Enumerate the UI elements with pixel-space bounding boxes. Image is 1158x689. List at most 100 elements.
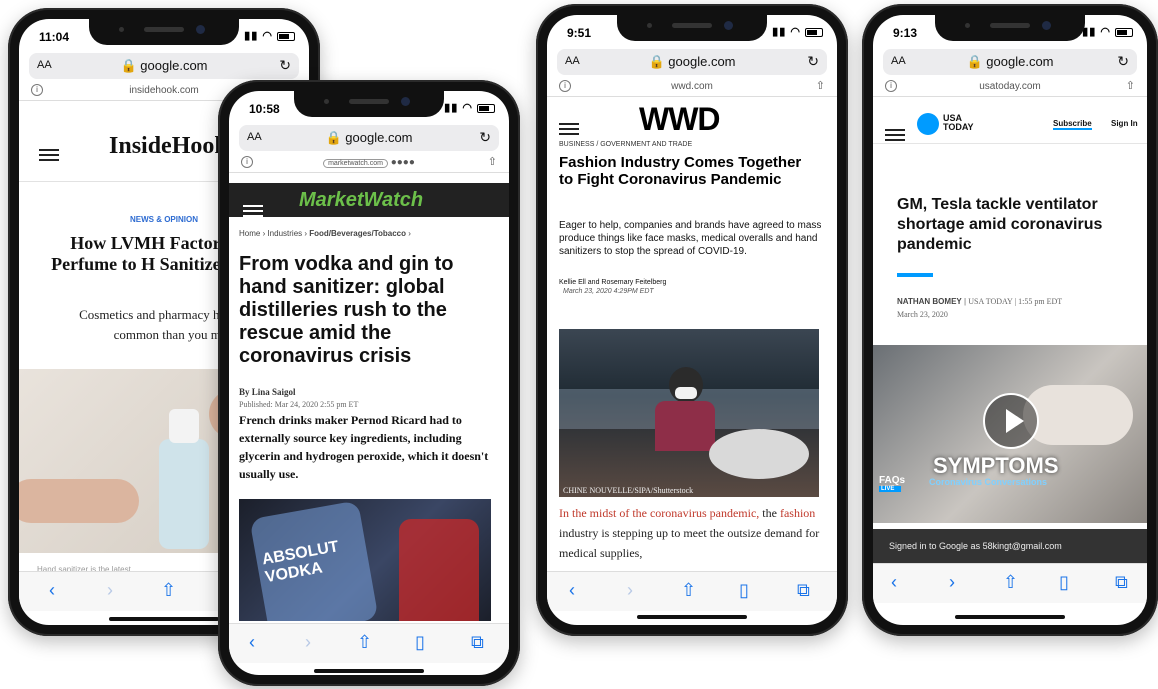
back-icon[interactable]: ‹: [891, 572, 897, 593]
dek: Eager to help, companies and brands have…: [559, 220, 822, 257]
reload-icon[interactable]: ↻: [1117, 53, 1129, 70]
site-header: MarketWatch: [229, 183, 509, 217]
amp-bar: i wwd.com ⇧: [547, 77, 837, 97]
phone-usatoday: 9:13 ▮▮ ◠ AA 🔒 google.com ↻ i usatoday.c…: [862, 4, 1158, 636]
breadcrumb-category[interactable]: Food/Beverages/Tobacco: [309, 229, 406, 238]
reload-icon[interactable]: ↻: [279, 57, 291, 74]
faq-label: FAQs: [879, 475, 906, 486]
video-player[interactable]: SYMPTOMS FAQs LIVE Coronavirus Conversat…: [873, 345, 1147, 523]
tabs-icon[interactable]: ⧉: [471, 632, 484, 653]
article-body: French drinks maker Pernod Ricard had to…: [239, 413, 489, 481]
hero-image: CHINE NOUVELLE/SIPA/Shutterstock: [559, 329, 819, 497]
article-date: March 23, 2020: [897, 310, 948, 319]
byline: NATHAN BOMEY | USA TODAY | 1:55 pm EDT: [897, 297, 1063, 306]
address-bar[interactable]: AA 🔒 google.com ↻: [29, 53, 299, 79]
subscribe-link[interactable]: Subscribe: [1053, 119, 1092, 130]
back-icon[interactable]: ‹: [249, 632, 255, 653]
site-logo[interactable]: MarketWatch: [299, 189, 423, 212]
section-label: BUSINESS / GOVERNMENT AND TRADE: [559, 141, 693, 148]
faq-badge: FAQs LIVE: [879, 475, 905, 492]
headline: From vodka and gin to hand sanitizer: gl…: [239, 253, 454, 367]
address-bar[interactable]: AA 🔒 google.com ↻: [239, 125, 499, 151]
article-date: March 23, 2020 4:29PM EDT: [563, 288, 654, 295]
share-icon[interactable]: ⇧: [1126, 79, 1135, 92]
authors[interactable]: Kellie Ell and Rosemary Feitelberg: [559, 279, 666, 286]
menu-icon[interactable]: [559, 128, 579, 130]
phone-marketwatch: 10:58 ▮▮ ◠ AA 🔒 google.com ↻ i marketwat…: [218, 80, 520, 686]
byline: By Lina Saigol: [239, 387, 296, 397]
screen: 9:13 ▮▮ ◠ AA 🔒 google.com ↻ i usatoday.c…: [873, 15, 1147, 625]
bookmarks-icon[interactable]: ▯: [739, 580, 749, 601]
notch: [89, 19, 239, 45]
menu-icon[interactable]: [243, 210, 263, 212]
bookmarks-icon[interactable]: ▯: [1059, 572, 1069, 593]
address-bar[interactable]: AA 🔒 google.com ↻: [883, 49, 1137, 75]
share-icon[interactable]: ⇧: [681, 580, 696, 601]
signin-link[interactable]: Sign In: [1111, 119, 1138, 128]
status-icons: ▮▮ ◠: [772, 25, 823, 38]
forward-icon[interactable]: ›: [627, 580, 633, 601]
share-icon[interactable]: ⇧: [1003, 572, 1018, 593]
play-icon[interactable]: [983, 393, 1039, 449]
status-time: 10:58: [249, 102, 280, 116]
share-icon[interactable]: ⇧: [816, 79, 825, 92]
reload-icon[interactable]: ↻: [479, 129, 491, 146]
back-icon[interactable]: ‹: [569, 580, 575, 601]
breadcrumb-home[interactable]: Home: [239, 229, 260, 238]
tabs-icon[interactable]: ⧉: [1115, 572, 1128, 593]
article: MarketWatch Home › Industries › Food/Bev…: [229, 175, 509, 621]
tabs-icon[interactable]: ⧉: [797, 580, 810, 601]
bookmarks-icon[interactable]: ▯: [415, 632, 425, 653]
address-url: 🔒 google.com: [648, 54, 736, 69]
status-time: 9:51: [567, 26, 592, 40]
address-url: 🔒 google.com: [966, 54, 1054, 69]
forward-icon[interactable]: ›: [107, 580, 113, 601]
forward-icon[interactable]: ›: [949, 572, 955, 593]
breadcrumb: Home › Industries › Food/Beverages/Tobac…: [239, 229, 411, 238]
headline-rule: [897, 273, 933, 277]
article-body: In the midst of the coronavirus pandemic…: [559, 503, 827, 563]
address-url: 🔒 google.com: [120, 58, 208, 73]
home-indicator: [955, 615, 1065, 619]
share-icon[interactable]: ⇧: [161, 580, 176, 601]
home-indicator: [637, 615, 747, 619]
amp-bar: i marketwatch.com ●●●● ⇧: [229, 153, 509, 173]
notch: [294, 91, 444, 117]
breadcrumb-industries[interactable]: Industries: [267, 229, 302, 238]
site-logo[interactable]: InsideHook: [109, 133, 228, 160]
amp-bar: i usatoday.com ⇧: [873, 77, 1147, 97]
headline: Fashion Industry Comes Together to Fight…: [559, 154, 802, 188]
menu-icon[interactable]: [885, 134, 905, 136]
address-bar[interactable]: AA 🔒 google.com ↻: [557, 49, 827, 75]
article: WWD BUSINESS / GOVERNMENT AND TRADE Fash…: [547, 99, 837, 575]
notch: [935, 15, 1085, 41]
video-title: SYMPTOMS: [933, 453, 1059, 478]
reload-icon[interactable]: ↻: [807, 53, 819, 70]
author[interactable]: NATHAN BOMEY: [897, 297, 962, 306]
browser-toolbar: ‹ › ⇧ ▯ ⧉: [547, 571, 837, 611]
forward-icon[interactable]: ›: [305, 632, 311, 653]
browser-toolbar: ‹ › ⇧ ▯ ⧉: [229, 623, 509, 663]
site-logo-circle[interactable]: [917, 113, 939, 135]
inline-link-pandemic[interactable]: In the midst of the coronavirus pandemic…: [559, 506, 759, 520]
inline-link-fashion[interactable]: fashion: [780, 506, 815, 520]
amp-host: marketwatch.com ●●●●: [229, 157, 509, 168]
site-logo[interactable]: USA TODAY: [943, 114, 983, 132]
back-icon[interactable]: ‹: [49, 580, 55, 601]
published-date: Published: Mar 24, 2020 2:55 pm ET: [239, 400, 359, 409]
browser-toolbar: ‹ › ⇧ ▯ ⧉: [873, 563, 1147, 603]
share-icon[interactable]: ⇧: [488, 155, 497, 168]
status-icons: ▮▮ ◠: [1082, 25, 1133, 38]
share-icon[interactable]: ⇧: [357, 632, 372, 653]
article-image: ABSOLUT VODKA: [239, 499, 491, 621]
menu-icon[interactable]: [39, 154, 59, 156]
screen: 9:51 ▮▮ ◠ AA 🔒 google.com ↻ i wwd.com ⇧ …: [547, 15, 837, 625]
article: USA TODAY Subscribe Sign In GM, Tesla ta…: [873, 99, 1147, 529]
notch: [617, 15, 767, 41]
status-time: 9:13: [893, 26, 918, 40]
status-icons: ▮▮ ◠: [444, 101, 495, 114]
photo-credit: CHINE NOUVELLE/SIPA/Shutterstock: [563, 486, 694, 495]
status-icons: ▮▮ ◠: [244, 29, 295, 42]
site-logo[interactable]: WWD: [639, 101, 721, 138]
screen: 10:58 ▮▮ ◠ AA 🔒 google.com ↻ i marketwat…: [229, 91, 509, 675]
